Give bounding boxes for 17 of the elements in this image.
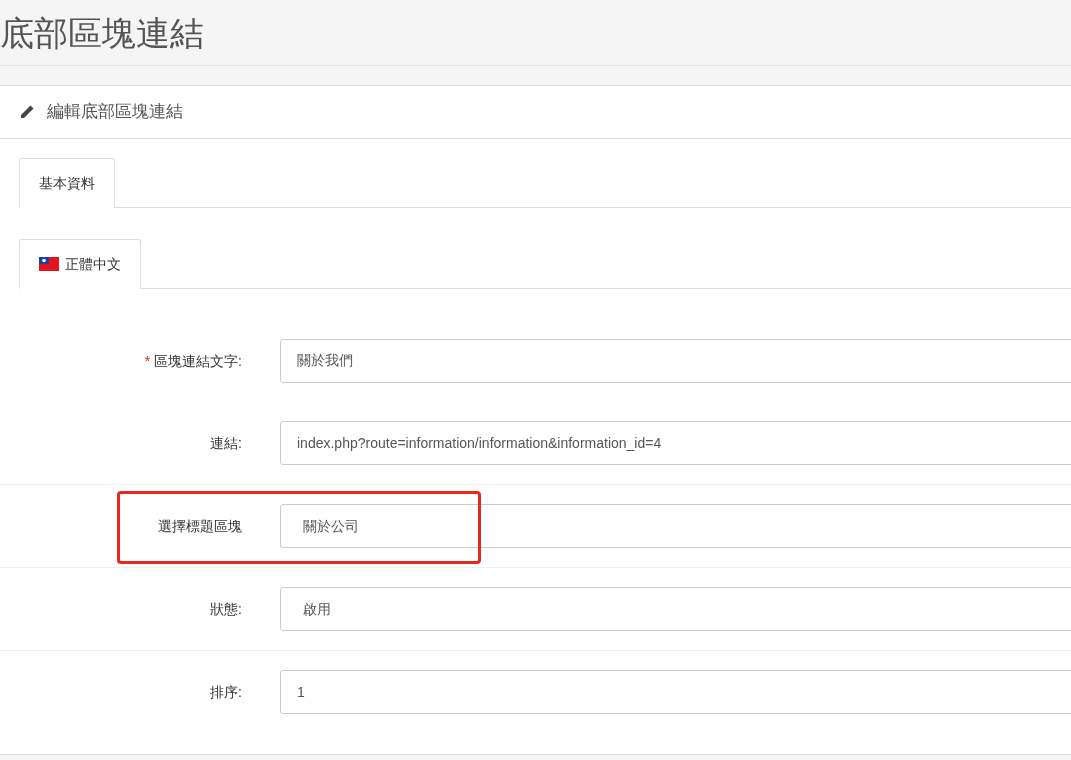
panel-title: 編輯底部區塊連結 <box>47 101 183 124</box>
flag-icon <box>39 257 59 271</box>
field-label: 區塊連結文字: <box>154 351 242 371</box>
pencil-icon <box>19 104 35 120</box>
input-field[interactable]: 關於我們 <box>280 339 1071 383</box>
input-field[interactable]: 1 <box>280 670 1071 714</box>
input-field[interactable]: index.php?route=information/information&information_id=4 <box>280 421 1071 465</box>
select-field[interactable]: 啟用 <box>280 587 1071 631</box>
tab[interactable]: 基本資料 <box>19 158 115 208</box>
required-asterisk: * <box>144 351 151 371</box>
field-label: 排序: <box>210 682 242 702</box>
field-label: 連結: <box>210 433 242 453</box>
language-tab[interactable]: 正體中文 <box>19 239 141 289</box>
field-label: 選擇標題區塊 <box>158 516 242 536</box>
page-title: 底部區塊連結 <box>0 15 204 50</box>
select-field[interactable]: 關於公司 <box>280 504 1071 548</box>
field-label: 狀態: <box>210 599 242 619</box>
